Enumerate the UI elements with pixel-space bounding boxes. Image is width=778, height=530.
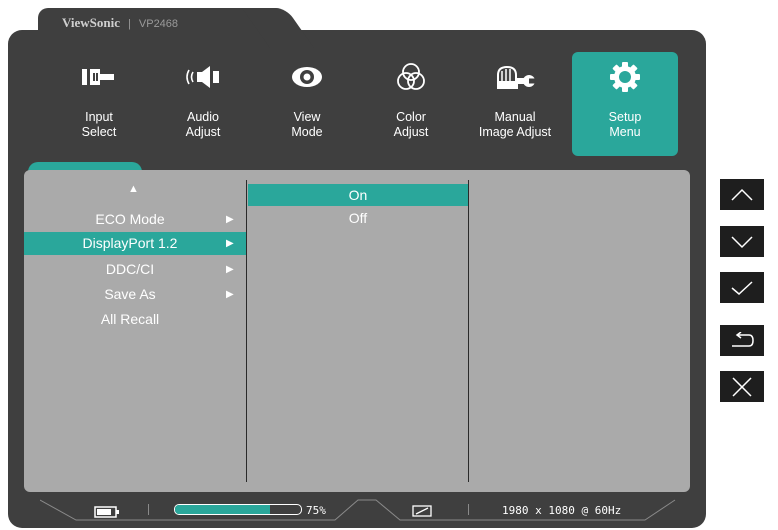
resolution-readout: 1980 x 1080 @ 60Hz (502, 504, 622, 517)
input-select-icon (46, 62, 152, 92)
brand-header: ViewSonic | VP2468 (62, 15, 178, 31)
menu-item-color-adjust[interactable]: Color Adjust (358, 52, 464, 156)
menu-item-manual-image-adjust[interactable]: Manual Image Adjust (462, 52, 568, 156)
return-arrow-icon (732, 331, 754, 347)
chevron-up-icon (731, 188, 753, 201)
menu-item-view-mode[interactable]: View Mode (254, 52, 360, 156)
submenu-item-save-as[interactable]: Save As ▶ (24, 283, 246, 306)
submenu-item-label: DisplayPort 1.2 (82, 235, 178, 251)
column-divider (246, 180, 247, 482)
submenu-item-displayport[interactable]: DisplayPort 1.2 ▶ (24, 232, 246, 255)
menu-item-audio-adjust[interactable]: Audio Adjust (150, 52, 256, 156)
submenu-arrow: ▶ (226, 289, 234, 300)
submenu-item-label: ECO Mode (95, 211, 165, 227)
submenu-item-label: DDC/CI (105, 261, 155, 277)
menu-label: View Mode (291, 110, 323, 139)
submenu-item-ddc-ci[interactable]: DDC/CI ▶ (24, 258, 246, 281)
speaker-icon (150, 62, 256, 92)
brightness-progress (174, 504, 302, 515)
close-icon (732, 376, 752, 397)
menu-label: Setup Menu (608, 110, 642, 139)
up-button[interactable] (720, 179, 764, 210)
eye-icon (254, 62, 360, 92)
menu-label: Input Select (81, 110, 117, 139)
submenu-arrow: ▶ (226, 214, 234, 225)
status-divider (468, 504, 469, 515)
submenu-item-eco-mode[interactable]: ECO Mode ▶ (24, 208, 246, 231)
option-on[interactable]: On (248, 184, 468, 206)
return-button[interactable] (720, 325, 764, 356)
checkmark-icon (731, 280, 753, 295)
confirm-button[interactable] (720, 272, 764, 303)
brightness-fill (175, 505, 270, 514)
main-menu-bar: Input Select Audio Adjust View Mode Colo… (46, 52, 686, 156)
chevron-down-icon (731, 235, 753, 248)
menu-label: Audio Adjust (185, 110, 221, 139)
battery-icon (94, 505, 120, 523)
down-button[interactable] (720, 226, 764, 257)
submenu-arrow: ▶ (226, 264, 234, 275)
submenu-arrow: ▶ (226, 238, 234, 249)
submenu-item-label: All Recall (100, 311, 160, 327)
submenu-item-label: Save As (104, 286, 156, 302)
model-name: VP2468 (138, 18, 179, 30)
scroll-up-arrow[interactable]: ▲ (128, 183, 139, 195)
menu-label: Color Adjust (393, 110, 429, 139)
gear-icon (572, 62, 678, 92)
brightness-value: 75% (306, 504, 326, 517)
close-button[interactable] (720, 371, 764, 402)
hand-wrench-icon (462, 62, 568, 92)
menu-item-setup-menu[interactable]: Setup Menu (572, 52, 678, 156)
color-circles-icon (358, 62, 464, 92)
brand-separator: | (128, 18, 131, 30)
brand-name: ViewSonic (62, 15, 121, 30)
column-divider (468, 180, 469, 482)
aspect-ratio-icon (412, 504, 432, 522)
option-off[interactable]: Off (248, 207, 468, 229)
status-divider (148, 504, 149, 515)
submenu-item-all-recall[interactable]: All Recall (24, 308, 246, 331)
menu-label: Manual Image Adjust (478, 110, 552, 139)
menu-item-input-select[interactable]: Input Select (46, 52, 152, 156)
